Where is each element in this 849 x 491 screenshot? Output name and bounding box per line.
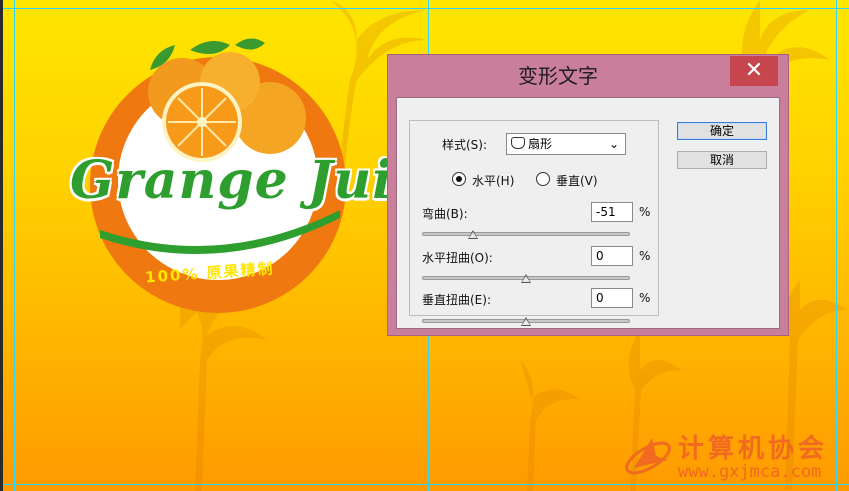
ok-button[interactable]: 确定 xyxy=(677,122,767,140)
close-button[interactable]: ✕ xyxy=(730,56,778,86)
chevron-down-icon: ⌄ xyxy=(608,137,619,151)
vertical-distort-input[interactable]: 0 xyxy=(591,288,633,308)
horizontal-distort-label: 水平扭曲(O): xyxy=(422,251,493,265)
warp-text-dialog: 变形文字 ✕ 样式(S): 扇形 ⌄ 水平(H) 垂直(V) 弯曲(B): -5… xyxy=(387,54,789,336)
vertical-distort-label: 垂直扭曲(E): xyxy=(422,293,491,307)
dialog-title: 变形文字 xyxy=(518,64,598,88)
bend-unit: % xyxy=(639,205,651,219)
guide-line-right xyxy=(836,0,837,491)
horizontal-radio-label: 水平(H) xyxy=(472,174,515,188)
vertical-distort-unit: % xyxy=(639,291,651,305)
style-value: 扇形 xyxy=(528,137,553,151)
horizontal-distort-input[interactable]: 0 xyxy=(591,246,633,266)
vertical-radio[interactable] xyxy=(536,172,550,186)
horizontal-distort-slider-thumb[interactable] xyxy=(521,274,531,283)
cancel-button[interactable]: 取消 xyxy=(677,151,767,169)
guide-line-top xyxy=(0,8,849,9)
watermark: 计算机协会 www.gxjmca.com xyxy=(620,424,845,488)
warp-options-group: 样式(S): 扇形 ⌄ 水平(H) 垂直(V) 弯曲(B): -51 % 水平扭… xyxy=(409,120,659,326)
style-label: 样式(S): xyxy=(442,138,488,152)
watermark-title: 计算机协会 xyxy=(678,434,829,464)
style-select[interactable]: 扇形 ⌄ xyxy=(506,133,626,155)
horizontal-radio[interactable] xyxy=(452,172,466,186)
bend-slider-track[interactable] xyxy=(422,232,630,236)
vertical-radio-label: 垂直(V) xyxy=(556,174,598,188)
vertical-distort-slider-thumb[interactable] xyxy=(521,317,531,326)
canvas-edge xyxy=(0,0,3,491)
bend-input[interactable]: -51 xyxy=(591,202,633,222)
bend-label: 弯曲(B): xyxy=(422,207,468,221)
guide-line-left xyxy=(14,0,15,491)
watermark-logo-icon xyxy=(625,438,671,475)
arc-style-icon xyxy=(511,137,525,149)
dialog-body: 样式(S): 扇形 ⌄ 水平(H) 垂直(V) 弯曲(B): -51 % 水平扭… xyxy=(396,97,780,329)
horizontal-distort-unit: % xyxy=(639,249,651,263)
bend-slider-thumb[interactable] xyxy=(467,230,478,239)
watermark-url: www.gxjmca.com xyxy=(678,462,822,482)
